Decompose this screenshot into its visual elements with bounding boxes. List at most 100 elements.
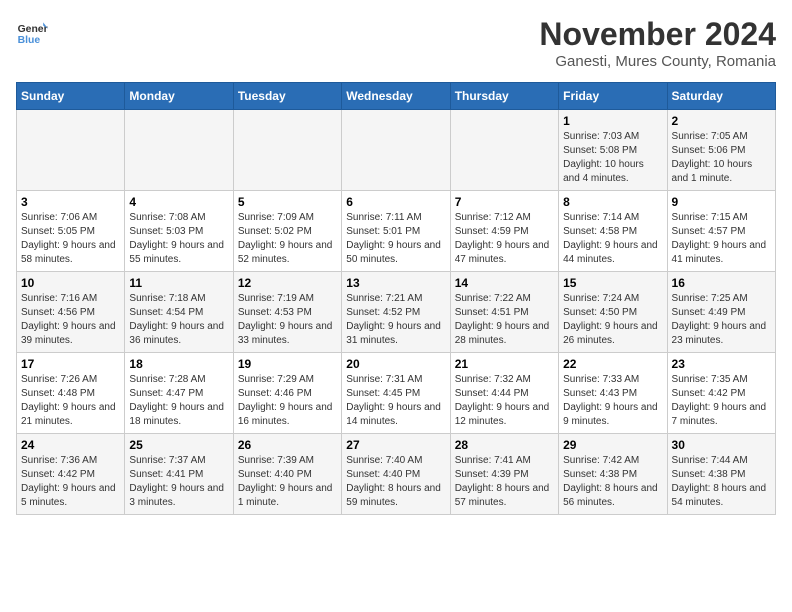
weekday-header-cell: Thursday xyxy=(450,83,558,110)
calendar-day-cell: 9 Sunrise: 7:15 AM Sunset: 4:57 PM Daylig… xyxy=(667,191,775,272)
day-number: 19 xyxy=(238,357,337,371)
calendar-body: 1 Sunrise: 7:03 AM Sunset: 5:08 PM Daylig… xyxy=(17,110,776,515)
day-number: 6 xyxy=(346,195,445,209)
day-info: Sunrise: 7:18 AM Sunset: 4:54 PM Dayligh… xyxy=(129,292,228,348)
weekday-header-cell: Saturday xyxy=(667,83,775,110)
day-number: 8 xyxy=(563,195,662,209)
weekday-header-cell: Friday xyxy=(559,83,667,110)
day-info: Sunrise: 7:11 AM Sunset: 5:01 PM Dayligh… xyxy=(346,211,445,267)
weekday-header-cell: Wednesday xyxy=(342,83,450,110)
day-info: Sunrise: 7:05 AM Sunset: 5:06 PM Dayligh… xyxy=(672,130,771,186)
day-info: Sunrise: 7:15 AM Sunset: 4:57 PM Dayligh… xyxy=(672,211,771,267)
day-info: Sunrise: 7:32 AM Sunset: 4:44 PM Dayligh… xyxy=(455,373,554,429)
header: General Blue November 2024 Ganesti, Mure… xyxy=(16,16,776,70)
day-info: Sunrise: 7:08 AM Sunset: 5:03 PM Dayligh… xyxy=(129,211,228,267)
day-number: 13 xyxy=(346,276,445,290)
calendar-week-row: 24 Sunrise: 7:36 AM Sunset: 4:42 PM Dayli… xyxy=(17,434,776,515)
day-info: Sunrise: 7:40 AM Sunset: 4:40 PM Dayligh… xyxy=(346,454,445,510)
day-number: 26 xyxy=(238,438,337,452)
day-info: Sunrise: 7:37 AM Sunset: 4:41 PM Dayligh… xyxy=(129,454,228,510)
weekday-header-cell: Sunday xyxy=(17,83,125,110)
calendar-day-cell: 7Sunrise: 7:12 AM Sunset: 4:59 PM Daylig… xyxy=(450,191,558,272)
calendar-week-row: 3 Sunrise: 7:06 AM Sunset: 5:05 PM Daylig… xyxy=(17,191,776,272)
calendar-day-cell: 19Sunrise: 7:29 AM Sunset: 4:46 PM Dayli… xyxy=(233,353,341,434)
logo: General Blue xyxy=(16,16,48,48)
calendar-week-row: 10 Sunrise: 7:16 AM Sunset: 4:56 PM Dayli… xyxy=(17,272,776,353)
day-info: Sunrise: 7:42 AM Sunset: 4:38 PM Dayligh… xyxy=(563,454,662,510)
day-info: Sunrise: 7:12 AM Sunset: 4:59 PM Dayligh… xyxy=(455,211,554,267)
calendar-day-cell: 2 Sunrise: 7:05 AM Sunset: 5:06 PM Daylig… xyxy=(667,110,775,191)
day-info: Sunrise: 7:24 AM Sunset: 4:50 PM Dayligh… xyxy=(563,292,662,348)
calendar-day-cell: 20Sunrise: 7:31 AM Sunset: 4:45 PM Dayli… xyxy=(342,353,450,434)
calendar-day-cell: 29 Sunrise: 7:42 AM Sunset: 4:38 PM Dayli… xyxy=(559,434,667,515)
day-info: Sunrise: 7:31 AM Sunset: 4:45 PM Dayligh… xyxy=(346,373,445,429)
day-number: 4 xyxy=(129,195,228,209)
day-info: Sunrise: 7:25 AM Sunset: 4:49 PM Dayligh… xyxy=(672,292,771,348)
day-number: 16 xyxy=(672,276,771,290)
day-number: 10 xyxy=(21,276,120,290)
day-number: 3 xyxy=(21,195,120,209)
day-number: 23 xyxy=(672,357,771,371)
day-number: 1 xyxy=(563,114,662,128)
day-number: 24 xyxy=(21,438,120,452)
calendar-day-cell: 5Sunrise: 7:09 AM Sunset: 5:02 PM Daylig… xyxy=(233,191,341,272)
day-info: Sunrise: 7:21 AM Sunset: 4:52 PM Dayligh… xyxy=(346,292,445,348)
day-info: Sunrise: 7:26 AM Sunset: 4:48 PM Dayligh… xyxy=(21,373,120,429)
day-number: 18 xyxy=(129,357,228,371)
svg-text:Blue: Blue xyxy=(18,35,41,46)
calendar-day-cell: 11Sunrise: 7:18 AM Sunset: 4:54 PM Dayli… xyxy=(125,272,233,353)
calendar-day-cell: 26 Sunrise: 7:39 AM Sunset: 4:40 PM Dayli… xyxy=(233,434,341,515)
calendar-week-row: 17Sunrise: 7:26 AM Sunset: 4:48 PM Dayli… xyxy=(17,353,776,434)
calendar-day-cell xyxy=(233,110,341,191)
calendar-day-cell: 17Sunrise: 7:26 AM Sunset: 4:48 PM Dayli… xyxy=(17,353,125,434)
calendar-week-row: 1 Sunrise: 7:03 AM Sunset: 5:08 PM Daylig… xyxy=(17,110,776,191)
day-number: 2 xyxy=(672,114,771,128)
calendar-day-cell: 21 Sunrise: 7:32 AM Sunset: 4:44 PM Dayli… xyxy=(450,353,558,434)
calendar-day-cell: 15 Sunrise: 7:24 AM Sunset: 4:50 PM Dayli… xyxy=(559,272,667,353)
day-info: Sunrise: 7:36 AM Sunset: 4:42 PM Dayligh… xyxy=(21,454,120,510)
calendar-day-cell: 4 Sunrise: 7:08 AM Sunset: 5:03 PM Daylig… xyxy=(125,191,233,272)
day-info: Sunrise: 7:33 AM Sunset: 4:43 PM Dayligh… xyxy=(563,373,662,429)
day-number: 27 xyxy=(346,438,445,452)
day-number: 9 xyxy=(672,195,771,209)
calendar-day-cell: 14 Sunrise: 7:22 AM Sunset: 4:51 PM Dayli… xyxy=(450,272,558,353)
day-info: Sunrise: 7:22 AM Sunset: 4:51 PM Dayligh… xyxy=(455,292,554,348)
day-number: 25 xyxy=(129,438,228,452)
day-info: Sunrise: 7:41 AM Sunset: 4:39 PM Dayligh… xyxy=(455,454,554,510)
weekday-header-cell: Monday xyxy=(125,83,233,110)
calendar-table: SundayMondayTuesdayWednesdayThursdayFrid… xyxy=(16,82,776,515)
calendar-day-cell: 1 Sunrise: 7:03 AM Sunset: 5:08 PM Daylig… xyxy=(559,110,667,191)
day-number: 21 xyxy=(455,357,554,371)
day-number: 28 xyxy=(455,438,554,452)
calendar-day-cell xyxy=(342,110,450,191)
calendar-day-cell: 30 Sunrise: 7:44 AM Sunset: 4:38 PM Dayli… xyxy=(667,434,775,515)
calendar-day-cell: 10 Sunrise: 7:16 AM Sunset: 4:56 PM Dayli… xyxy=(17,272,125,353)
calendar-day-cell: 13 Sunrise: 7:21 AM Sunset: 4:52 PM Dayli… xyxy=(342,272,450,353)
calendar-day-cell: 28 Sunrise: 7:41 AM Sunset: 4:39 PM Dayli… xyxy=(450,434,558,515)
logo-icon: General Blue xyxy=(16,16,48,48)
calendar-day-cell xyxy=(17,110,125,191)
calendar-day-cell: 25 Sunrise: 7:37 AM Sunset: 4:41 PM Dayli… xyxy=(125,434,233,515)
day-info: Sunrise: 7:16 AM Sunset: 4:56 PM Dayligh… xyxy=(21,292,120,348)
day-info: Sunrise: 7:44 AM Sunset: 4:38 PM Dayligh… xyxy=(672,454,771,510)
day-number: 14 xyxy=(455,276,554,290)
day-info: Sunrise: 7:39 AM Sunset: 4:40 PM Dayligh… xyxy=(238,454,337,510)
day-number: 29 xyxy=(563,438,662,452)
calendar-day-cell: 27 Sunrise: 7:40 AM Sunset: 4:40 PM Dayli… xyxy=(342,434,450,515)
day-info: Sunrise: 7:03 AM Sunset: 5:08 PM Dayligh… xyxy=(563,130,662,186)
day-info: Sunrise: 7:28 AM Sunset: 4:47 PM Dayligh… xyxy=(129,373,228,429)
day-number: 30 xyxy=(672,438,771,452)
location-title: Ganesti, Mures County, Romania xyxy=(539,53,776,70)
day-number: 22 xyxy=(563,357,662,371)
day-number: 15 xyxy=(563,276,662,290)
day-info: Sunrise: 7:06 AM Sunset: 5:05 PM Dayligh… xyxy=(21,211,120,267)
calendar-day-cell xyxy=(450,110,558,191)
day-info: Sunrise: 7:19 AM Sunset: 4:53 PM Dayligh… xyxy=(238,292,337,348)
calendar-day-cell: 23 Sunrise: 7:35 AM Sunset: 4:42 PM Dayli… xyxy=(667,353,775,434)
day-info: Sunrise: 7:14 AM Sunset: 4:58 PM Dayligh… xyxy=(563,211,662,267)
calendar-day-cell xyxy=(125,110,233,191)
day-info: Sunrise: 7:35 AM Sunset: 4:42 PM Dayligh… xyxy=(672,373,771,429)
weekday-header-row: SundayMondayTuesdayWednesdayThursdayFrid… xyxy=(17,83,776,110)
day-number: 5 xyxy=(238,195,337,209)
calendar-day-cell: 22 Sunrise: 7:33 AM Sunset: 4:43 PM Dayli… xyxy=(559,353,667,434)
